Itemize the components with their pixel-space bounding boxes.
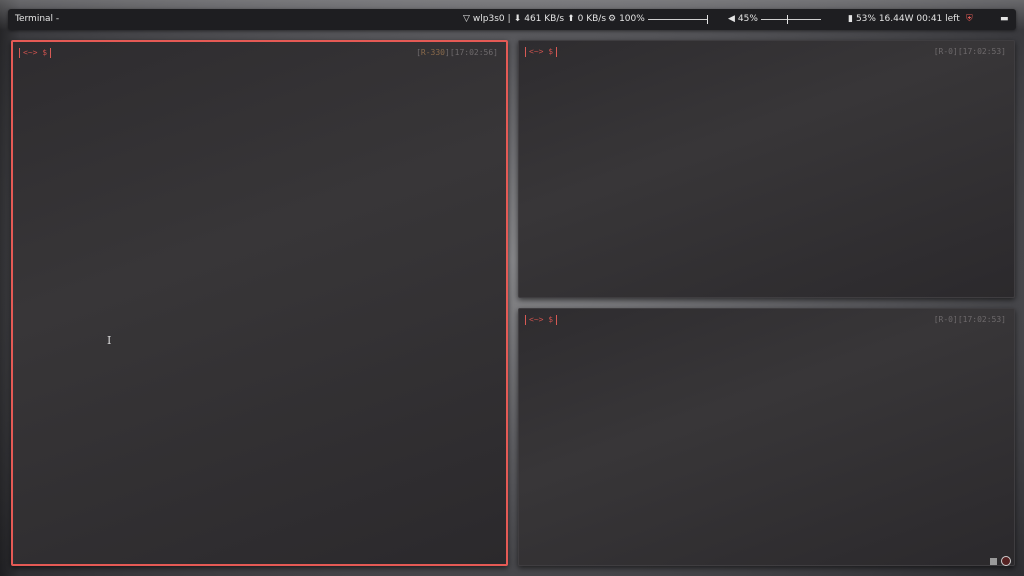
brightness-widget[interactable]: ⚙ 100% [608,9,708,30]
top-panel: Terminal - ▽ wlp3s0 | ⬇ 461 KB/s ⬆ 0 KB/… [8,9,1016,30]
prompt-bar-right [556,47,558,57]
terminal-pane-bottom-right[interactable]: <~> $ [R-0][17:02:53] [518,308,1015,566]
terminal-pane-top-right[interactable]: <~> $ [R-0][17:02:53] [518,40,1015,298]
status-r: R-330 [420,48,445,57]
terminal-pane-left[interactable]: <~> $ [R-330][17:02:56] [11,40,508,566]
prompt-text: <~> $ [529,47,554,56]
toggle-icon[interactable]: ▬ [1000,9,1009,30]
system-tray [990,556,1011,566]
wifi-icon: ▽ [463,14,470,24]
active-window-title[interactable]: Terminal - [15,9,59,30]
terminal-status: [R-330][17:02:56] [416,48,498,57]
download-rate: 461 KB/s [524,14,565,24]
terminal-status: [R-0][17:02:53] [933,47,1006,56]
network-interface: wlp3s0 [472,14,505,24]
brightness-slider[interactable] [647,9,708,30]
volume-slider[interactable] [760,9,821,30]
brightness-track [647,19,708,20]
battery-widget[interactable]: ▮ 53% 16.44W 00:41 left [848,9,960,30]
network-separator: | [507,14,511,24]
download-icon: ⬇ [513,14,522,24]
prompt-bar-right [556,315,558,325]
status-r: R-0 [938,315,953,324]
battery-status: 53% 16.44W 00:41 left [855,14,960,24]
shell-prompt: <~> $ [19,48,52,58]
prompt-text: <~> $ [23,48,48,57]
tray-square-icon[interactable] [990,557,997,565]
prompt-text: <~> $ [529,315,554,324]
status-time: 17:02:56 [454,48,494,57]
status-time: 17:02:53 [962,47,1002,56]
shield-icon[interactable]: ⛨ [966,9,973,30]
tray-round-icon[interactable] [1001,556,1011,566]
battery-icon: ▮ [848,14,853,24]
upload-icon: ⬆ [567,14,575,24]
volume-value: 45% [737,14,758,24]
volume-icon: ◀ [728,14,735,24]
volume-knob[interactable] [787,15,789,24]
prompt-bar-left [19,48,20,58]
prompt-bar-left [525,47,526,57]
text-cursor-icon: I [107,334,112,347]
volume-widget[interactable]: ◀ 45% [728,9,821,30]
upload-rate: 0 KB/s [577,14,607,24]
brightness-value: 100% [619,14,645,24]
status-r: R-0 [938,47,953,56]
status-time: 17:02:53 [962,315,1002,324]
brightness-icon: ⚙ [608,14,617,24]
brightness-knob[interactable] [706,15,708,24]
prompt-bar-right [50,48,52,58]
shell-prompt: <~> $ [525,47,558,57]
terminal-status: [R-0][17:02:53] [933,315,1006,324]
shell-prompt: <~> $ [525,315,558,325]
volume-track [760,19,821,20]
network-widget[interactable]: ▽ wlp3s0 | ⬇ 461 KB/s ⬆ 0 KB/s [463,9,606,30]
prompt-bar-left [525,315,526,325]
